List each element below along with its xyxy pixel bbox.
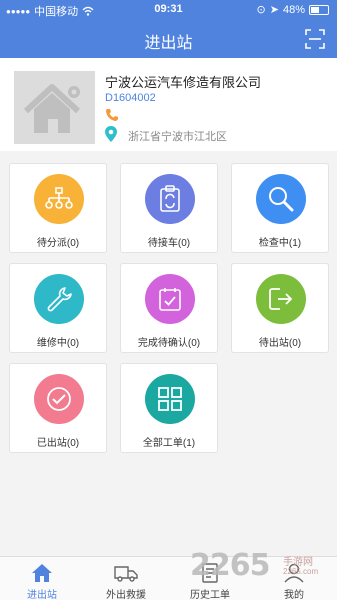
battery-percent: 48% (282, 3, 305, 16)
grid-icon (145, 374, 195, 424)
magnifier-icon (256, 174, 306, 224)
tile-label: 待分派(0) (36, 238, 80, 249)
battery-icon (309, 4, 329, 15)
status-bar: ●●●●● 中国移动 09:31 ⊙ ➤ 48% (0, 0, 337, 20)
tab-label: 我的 (284, 590, 304, 600)
watermark-url: 2265.com (283, 567, 319, 576)
tile-pending-exit[interactable]: 待出站(0) (231, 263, 329, 353)
company-name: 宁波公运汽车修造有限公司 (105, 75, 262, 90)
tile-pending-dispatch[interactable]: 待分派(0) (9, 163, 107, 253)
location-pin-icon (105, 126, 117, 142)
tab-label: 历史工单 (190, 590, 230, 600)
station-code: D1604002 (105, 92, 156, 104)
tile-exited[interactable]: 已出站(0) (9, 363, 107, 453)
house-icon (23, 84, 81, 133)
station-profile: 宁波公运汽车修造有限公司 D1604002 浙江省宁波市江北区 (0, 58, 337, 151)
lock-rotation-icon: ⊙ (256, 4, 266, 16)
checklist-icon (145, 274, 195, 324)
home-icon (32, 564, 52, 582)
tile-all-orders[interactable]: 全部工单(1) (120, 363, 218, 453)
tile-label: 全部工单(1) (142, 438, 196, 449)
truck-icon (114, 566, 138, 582)
tile-inspecting[interactable]: 检查中(1) (231, 163, 329, 253)
clipboard-icon (145, 174, 195, 224)
page-title: 进出站 (144, 35, 193, 52)
location-arrow-icon: ➤ (269, 4, 279, 16)
phone-icon[interactable] (105, 108, 119, 122)
check-circle-icon (34, 374, 84, 424)
tab-label: 外出救援 (106, 590, 146, 600)
tab-station[interactable]: 进出站 (0, 557, 84, 600)
tile-repairing[interactable]: 维修中(0) (9, 263, 107, 353)
watermark-subtitle: 手游网 (283, 557, 313, 568)
station-address: 浙江省宁波市江北区 (128, 131, 227, 143)
wrench-icon (34, 274, 84, 324)
tile-awaiting-confirmation[interactable]: 完成待确认(0) (120, 263, 218, 353)
station-avatar (14, 71, 95, 144)
tile-label: 已出站(0) (36, 438, 80, 449)
tile-label: 维修中(0) (36, 338, 80, 349)
scan-icon[interactable] (305, 29, 325, 49)
watermark-logo: 2265 (190, 548, 270, 583)
nav-bar: 进出站 (0, 20, 337, 58)
tile-pending-receive[interactable]: 待接车(0) (120, 163, 218, 253)
tab-label: 进出站 (27, 590, 57, 600)
tile-label: 完成待确认(0) (137, 338, 201, 349)
tab-rescue[interactable]: 外出救援 (84, 557, 168, 600)
exit-icon (256, 274, 306, 324)
org-chart-icon (34, 174, 84, 224)
tile-label: 待出站(0) (258, 338, 302, 349)
tile-label: 待接车(0) (147, 238, 191, 249)
tile-label: 检查中(1) (258, 238, 302, 249)
